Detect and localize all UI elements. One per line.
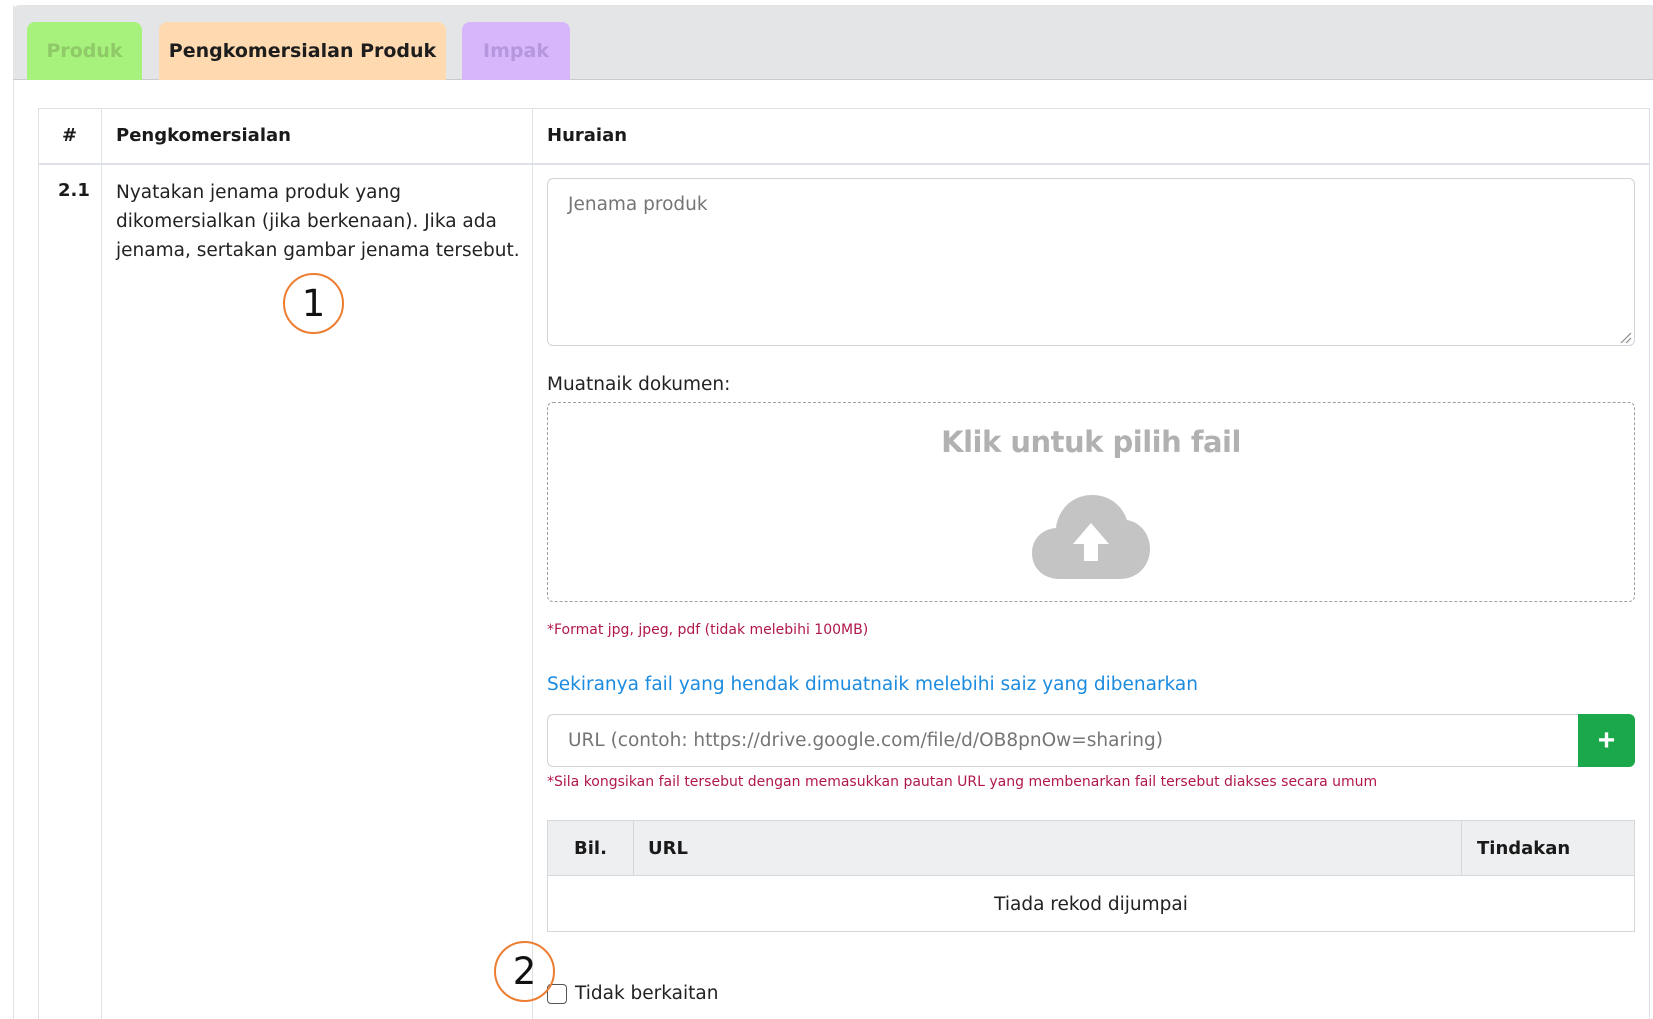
url-header-bil: Bil.	[574, 838, 607, 859]
header-divider	[38, 163, 1650, 165]
not-related-option[interactable]: Tidak berkaitan	[547, 983, 718, 1004]
row-number: 2.1	[58, 180, 90, 201]
annotation-badge-1: 1	[283, 273, 344, 334]
header-pengkomersialan: Pengkomersialan	[116, 125, 291, 146]
column-divider	[532, 108, 533, 1019]
not-related-label: Tidak berkaitan	[575, 983, 719, 1004]
annotation-badge-2: 2	[494, 941, 555, 1002]
oversize-link[interactable]: Sekiranya fail yang hendak dimuatnaik me…	[547, 674, 1198, 695]
format-hint: *Format jpg, jpeg, pdf (tidak melebihi 1…	[547, 622, 869, 638]
tab-pengkomersialan-produk[interactable]: Pengkomersialan Produk	[159, 22, 446, 80]
header-number: #	[61, 125, 78, 146]
resize-grip-icon[interactable]	[1618, 330, 1632, 344]
url-column-divider	[1461, 821, 1462, 876]
add-url-button[interactable]: +	[1578, 714, 1635, 767]
url-header-url: URL	[648, 838, 688, 859]
brand-textarea[interactable]	[547, 178, 1635, 346]
question-text: Nyatakan jenama produk yang dikomersialk…	[116, 182, 520, 261]
file-dropzone[interactable]: Klik untuk pilih fail	[547, 402, 1635, 602]
tab-impak[interactable]: Impak	[462, 22, 570, 80]
header-huraian: Huraian	[547, 125, 628, 146]
upload-label: Muatnaik dokumen:	[547, 374, 731, 395]
url-header-tindakan: Tindakan	[1477, 838, 1571, 859]
plus-icon: +	[1597, 723, 1616, 757]
cloud-upload-icon	[1032, 495, 1150, 579]
tab-bar: Produk Pengkomersialan Produk Impak	[13, 5, 1653, 80]
url-input[interactable]	[547, 714, 1578, 767]
tab-produk[interactable]: Produk	[27, 22, 142, 80]
dropzone-text: Klik untuk pilih fail	[941, 425, 1241, 459]
share-hint: *Sila kongsikan fail tersebut dengan mem…	[547, 774, 1378, 790]
column-divider	[101, 108, 102, 1019]
url-table-header: Bil. URL Tindakan	[548, 821, 1634, 876]
url-column-divider	[633, 821, 634, 876]
url-table: Bil. URL Tindakan Tiada rekod dijumpai	[547, 820, 1635, 932]
url-table-empty: Tiada rekod dijumpai	[994, 894, 1188, 915]
